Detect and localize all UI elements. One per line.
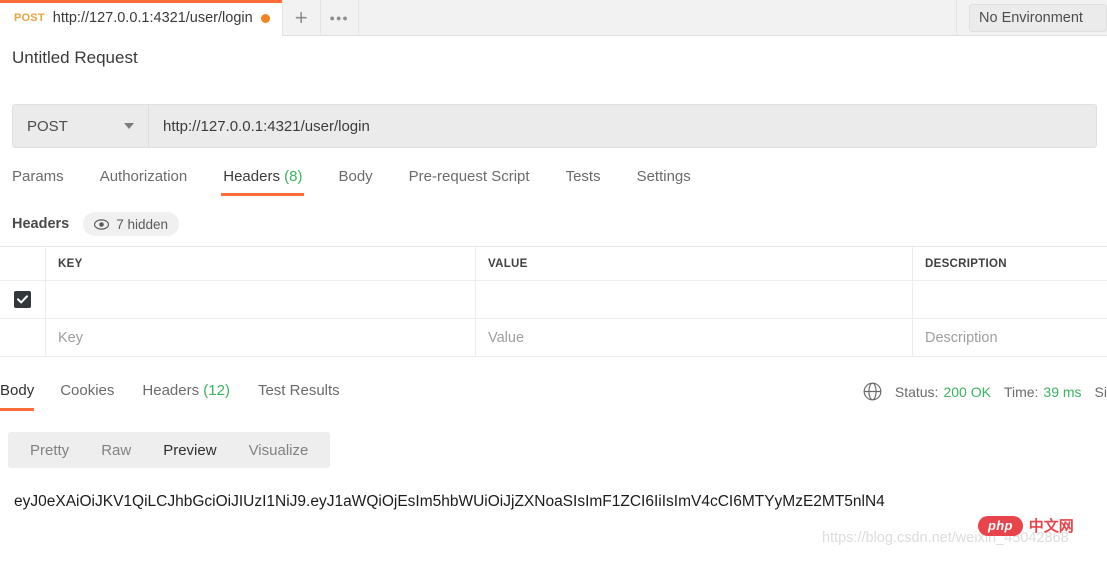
row-description-input[interactable] [913,281,1107,318]
time-value: 39 ms [1043,383,1082,400]
globe-icon[interactable] [863,382,882,401]
tab-settings[interactable]: Settings [619,168,709,196]
request-tab-name: http://127.0.0.1:4321/user/login [52,10,253,26]
status-label: Status: [894,383,939,400]
response-tab-test-results[interactable]: Test Results [244,382,354,411]
response-tab-cookies[interactable]: Cookies [46,382,128,411]
tab-params[interactable]: Params [12,168,82,196]
http-method-label: POST [27,117,68,135]
response-body-text: eyJ0eXAiOiJKV1QiLCJhbGciOiJIUzI1NiJ9.eyJ… [14,493,885,510]
response-status-bar: Status: 200 OK Time: 39 ms Si [863,382,1107,401]
tab-body[interactable]: Body [320,168,390,196]
row-checkbox-checked[interactable] [14,291,31,308]
view-tab-preview[interactable]: Preview [147,442,232,459]
environment-selector[interactable]: No Environment [957,0,1107,35]
hidden-headers-toggle[interactable]: 7 hidden [83,212,180,236]
environment-value: No Environment [969,3,1107,32]
request-tab-method: POST [14,12,45,24]
tab-tests-label: Tests [565,168,601,185]
tab-bar-spacer [358,0,957,35]
url-input[interactable]: http://127.0.0.1:4321/user/login [149,105,1096,147]
response-tab-headers-label: Headers [142,382,200,399]
header-cell-key: KEY [46,247,476,280]
new-tab-button[interactable]: + [282,0,321,35]
headers-table: KEY VALUE DESCRIPTION Key Value Descript… [0,246,1107,357]
unsaved-changes-dot-icon [260,13,270,23]
headers-section-label: Headers [12,216,70,232]
placeholder-checkbox-cell[interactable] [0,319,46,356]
view-tab-visualize[interactable]: Visualize [233,442,325,459]
placeholder-key-input[interactable]: Key [46,319,476,356]
http-method-select[interactable]: POST [13,105,149,147]
status-value: 200 OK [943,383,991,400]
column-value-label: VALUE [488,257,528,270]
postman-window: POST http://127.0.0.1:4321/user/login + … [0,0,1107,561]
column-key-label: KEY [58,257,83,270]
response-tab-headers-count: (12) [203,382,230,399]
row-checkbox-cell[interactable] [0,281,46,318]
response-tab-cookies-label: Cookies [60,382,115,399]
time-label: Time: [1003,383,1039,400]
response-tab-headers[interactable]: Headers (12) [128,382,244,411]
tab-pre-request-script[interactable]: Pre-request Script [391,168,548,196]
header-cell-checkbox [0,247,46,280]
url-bar: POST http://127.0.0.1:4321/user/login [12,104,1097,148]
tab-pre-request-script-label: Pre-request Script [408,168,530,185]
placeholder-value-input[interactable]: Value [476,319,913,356]
check-icon [17,295,28,304]
ellipsis-icon: ●●● [329,12,349,23]
placeholder-key-label: Key [58,329,83,346]
request-title: Untitled Request [12,48,138,67]
table-row-placeholder[interactable]: Key Value Description [0,319,1107,357]
tab-headers-label: Headers [223,168,280,185]
php-badge-label: php [978,515,1023,536]
tab-authorization[interactable]: Authorization [82,168,206,196]
tab-params-label: Params [12,168,64,185]
size-label: Si [1094,383,1107,400]
request-tabs: Params Authorization Headers (8) Body Pr… [12,168,1097,202]
tab-headers[interactable]: Headers (8) [205,168,320,196]
php-chinese-label: 中文网 [1028,518,1074,535]
plus-icon: + [294,4,308,30]
column-description-label: DESCRIPTION [925,257,1007,270]
chevron-down-icon [124,123,134,129]
tab-settings-label: Settings [636,168,691,185]
request-tab-bar: POST http://127.0.0.1:4321/user/login + … [0,0,1107,36]
placeholder-description-label: Description [925,329,998,346]
tab-body-label: Body [338,168,373,185]
view-tab-raw[interactable]: Raw [85,442,147,459]
header-cell-description: DESCRIPTION [913,247,1107,280]
tab-tests[interactable]: Tests [548,168,619,196]
placeholder-description-input[interactable]: Description [913,319,1107,356]
response-view-tabs: Pretty Raw Preview Visualize [8,432,331,468]
view-tab-pretty[interactable]: Pretty [14,442,85,459]
hidden-headers-label: 7 hidden [116,216,169,232]
table-row[interactable] [0,281,1107,319]
eye-icon [94,218,110,230]
tab-headers-count: (8) [284,168,303,185]
tab-authorization-label: Authorization [99,168,188,185]
response-tab-body-label: Body [0,382,35,399]
headers-table-header-row: KEY VALUE DESCRIPTION [0,247,1107,281]
response-tab-body[interactable]: Body [0,382,46,411]
php-logo: php 中文网 [978,515,1074,536]
response-tab-test-results-label: Test Results [257,382,340,399]
headers-subheader: Headers 7 hidden [12,212,180,236]
placeholder-value-label: Value [488,329,525,346]
tab-options-button[interactable]: ●●● [320,0,359,35]
row-value-input[interactable] [476,281,913,318]
row-key-input[interactable] [46,281,476,318]
header-cell-value: VALUE [476,247,913,280]
request-tab-active[interactable]: POST http://127.0.0.1:4321/user/login [0,0,283,36]
